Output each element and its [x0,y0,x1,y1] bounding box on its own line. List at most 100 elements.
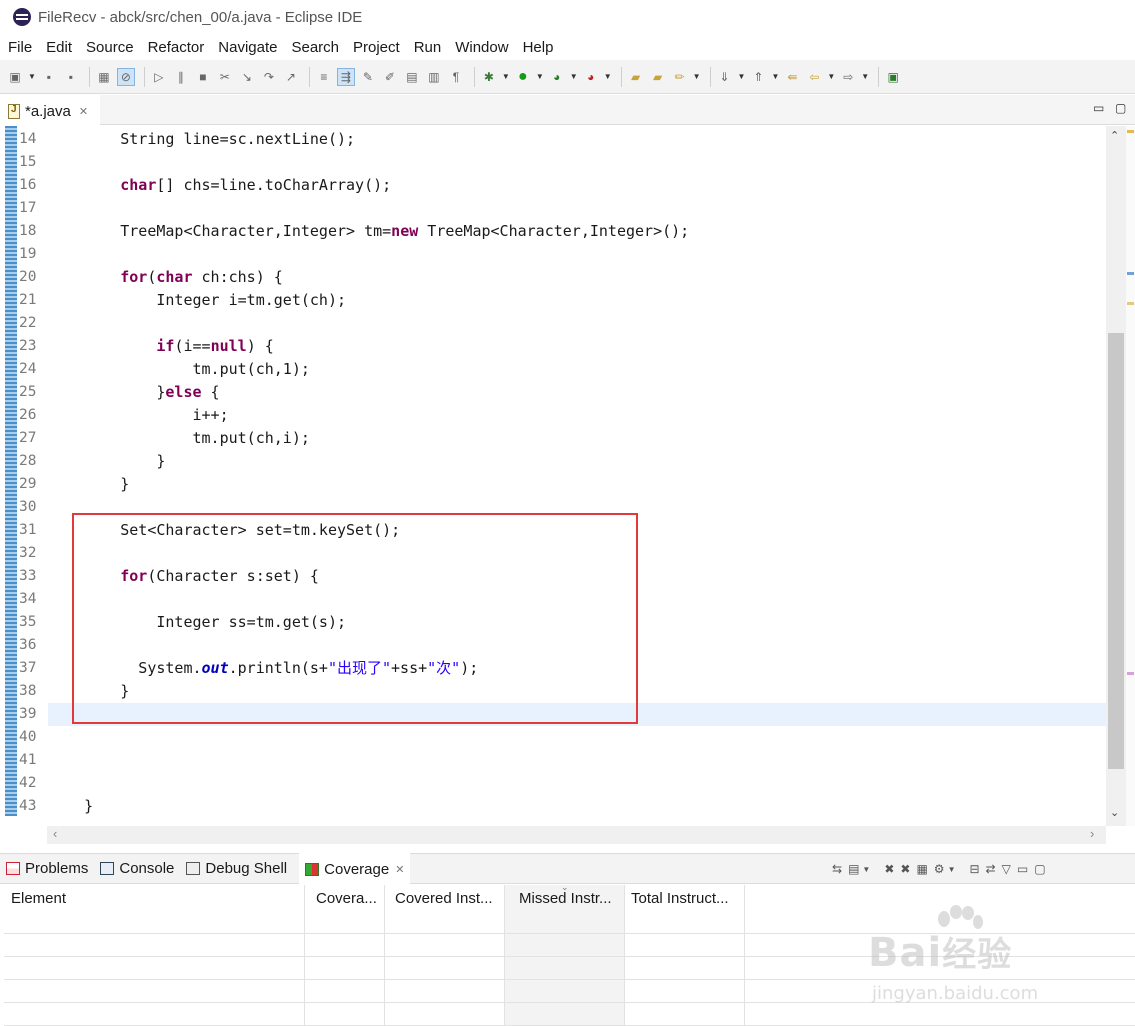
open-task-icon[interactable]: ▰ [649,68,667,86]
use-step-filters-icon[interactable]: ⇶ [336,67,355,86]
code-line[interactable] [48,772,1106,795]
code-line[interactable]: TreeMap<Character,Integer> tm=new TreeMa… [48,220,1106,243]
terminate-icon[interactable]: ■ [194,68,212,86]
menu-window[interactable]: Window [455,39,508,56]
code-line[interactable] [48,634,1106,657]
remove-session-icon[interactable]: ✖ [884,862,894,876]
menu-navigate[interactable]: Navigate [218,39,277,56]
occurrence-marker[interactable] [1127,272,1134,275]
previous-annotation-icon[interactable]: ⇑ [749,68,767,86]
code-line[interactable] [48,726,1106,749]
code-line[interactable] [48,312,1106,335]
run-dropdown-icon[interactable]: ▼ [536,72,544,81]
code-line[interactable]: Integer ss=tm.get(s); [48,611,1106,634]
scroll-left-icon[interactable]: ‹ [53,826,57,841]
resume-icon[interactable]: ▷ [150,68,168,86]
editor-tab-a-java[interactable]: *a.java ✕ [0,95,100,125]
new-icon[interactable]: ▣ [6,68,24,86]
merge-sessions-icon[interactable]: ▤ [848,862,859,876]
vertical-scrollbar[interactable]: ⌃ ⌄ [1106,126,1126,826]
coverage-run-icon[interactable]: ◕ [548,68,566,86]
dump-execution-data-icon[interactable]: ▦ [916,862,927,876]
code-line[interactable] [48,749,1106,772]
close-icon[interactable]: ✕ [79,105,88,118]
relaunch-icon[interactable]: ⇆ [832,862,842,876]
external-tools-dropdown-icon[interactable]: ▼ [604,72,612,81]
disconnect-icon[interactable]: ✂ [216,68,234,86]
menu-refactor[interactable]: Refactor [148,39,205,56]
back-dropdown-icon[interactable]: ▼ [827,72,835,81]
column-header-missed-instructions[interactable]: Missed Instr... [512,885,630,912]
link-with-selection-icon[interactable]: ⇄ [986,862,996,876]
scroll-thumb[interactable] [1108,333,1124,769]
column-header-total-instructions[interactable]: Total Instruct... [624,885,746,912]
last-edit-location-icon[interactable]: ⇚ [783,68,801,86]
open-type-icon[interactable]: ▰ [627,68,645,86]
external-tools-icon[interactable]: ◕ [582,68,600,86]
code-line[interactable]: i++; [48,404,1106,427]
coverage-dropdown-icon[interactable]: ▼ [570,72,578,81]
menu-run[interactable]: Run [414,39,442,56]
remove-all-sessions-icon[interactable]: ✖ [900,862,910,876]
skip-breakpoints-icon[interactable]: ⊘ [116,67,135,86]
warning-marker[interactable] [1127,130,1134,133]
collapse-all-icon[interactable]: ⊟ [969,862,979,876]
maximize-panel-icon[interactable]: ▢ [1034,862,1045,876]
code-line[interactable] [48,243,1106,266]
tab-debug-shell[interactable]: Debug Shell [186,853,287,884]
toggle-breadcrumb-icon[interactable]: ✎ [359,68,377,86]
code-line[interactable]: System.out.println(s+"出现了"+ss+"次"); [48,657,1106,680]
block-selection-icon[interactable]: ▤ [403,68,421,86]
code-line[interactable]: char[] chs=line.toCharArray(); [48,174,1106,197]
close-icon[interactable]: ✕ [395,863,404,876]
tab-problems[interactable]: Problems [6,853,88,884]
whitespace-icon[interactable]: ¶ [447,68,465,86]
code-line[interactable] [48,703,1106,726]
maximize-icon[interactable]: ▢ [1115,101,1126,115]
code-editor[interactable]: 14 String line=sc.nextLine(); 15 16 char[]… [0,126,1135,826]
minimize-icon[interactable]: ▭ [1093,101,1104,115]
code-line[interactable]: tm.put(ch,1); [48,358,1106,381]
code-line[interactable] [48,197,1106,220]
previous-annotation-dropdown-icon[interactable]: ▼ [771,72,779,81]
minimize-panel-icon[interactable]: ▭ [1017,862,1028,876]
code-line[interactable]: } [48,680,1106,703]
code-line[interactable]: } [48,450,1106,473]
step-into-icon[interactable]: ↘ [238,68,256,86]
code-line[interactable]: for(char ch:chs) { [48,266,1106,289]
code-line[interactable]: } [48,473,1106,496]
toggle-mark-icon[interactable]: ✐ [381,68,399,86]
word-wrap-icon[interactable]: ▥ [425,68,443,86]
scroll-up-icon[interactable]: ⌃ [1110,129,1119,142]
step-over-icon[interactable]: ↷ [260,68,278,86]
code-line[interactable]: for(Character s:set) { [48,565,1106,588]
forward-icon[interactable]: ⇨ [839,68,857,86]
code-line[interactable]: }else { [48,381,1106,404]
code-line[interactable]: String line=sc.nextLine(); [48,128,1106,151]
new-dropdown-icon[interactable]: ▼ [28,72,36,81]
code-line[interactable]: Set<Character> set=tm.keySet(); [48,519,1106,542]
task-marker[interactable] [1127,302,1134,305]
scroll-down-icon[interactable]: ⌄ [1110,806,1119,819]
column-header-covered-instructions[interactable]: Covered Inst... [388,885,506,912]
annotation-ruler[interactable] [5,126,17,816]
export-session-icon[interactable]: ⚙ [934,862,945,876]
sessions-dropdown-icon[interactable]: ▼ [862,865,870,874]
code-line[interactable]: } [48,795,1106,818]
menu-search[interactable]: Search [291,39,339,56]
search-tool-icon[interactable]: ✏ [671,68,689,86]
next-annotation-dropdown-icon[interactable]: ▼ [738,72,746,81]
debug-dropdown-icon[interactable]: ▼ [502,72,510,81]
menu-file[interactable]: File [8,39,32,56]
forward-dropdown-icon[interactable]: ▼ [861,72,869,81]
code-line[interactable]: if(i==null) { [48,335,1106,358]
drop-to-frame-icon[interactable]: ≡ [315,68,333,86]
horizontal-scrollbar[interactable]: ‹ › [47,826,1106,844]
menu-source[interactable]: Source [86,39,134,56]
tab-console[interactable]: Console [100,853,174,884]
code-line[interactable]: tm.put(ch,i); [48,427,1106,450]
suspend-icon[interactable]: ∥ [172,68,190,86]
run-icon[interactable]: ● [514,68,532,86]
export-dropdown-icon[interactable]: ▼ [948,865,956,874]
step-return-icon[interactable]: ↗ [282,68,300,86]
